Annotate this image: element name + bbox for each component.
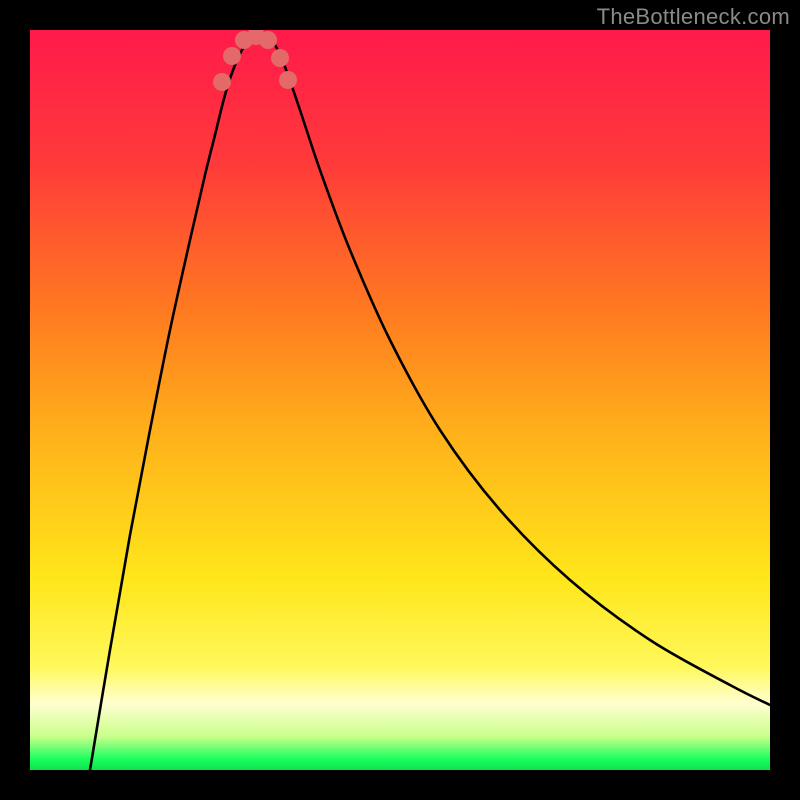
bottleneck-curve-path bbox=[90, 34, 770, 770]
highlight-dot bbox=[213, 73, 231, 91]
bottleneck-curve-svg bbox=[30, 30, 770, 770]
highlight-dot bbox=[259, 31, 277, 49]
highlight-dot bbox=[223, 47, 241, 65]
highlight-dot bbox=[271, 49, 289, 67]
highlight-dot bbox=[279, 71, 297, 89]
watermark-text: TheBottleneck.com bbox=[597, 4, 790, 30]
marker-layer bbox=[213, 30, 297, 91]
chart-frame bbox=[30, 30, 770, 770]
